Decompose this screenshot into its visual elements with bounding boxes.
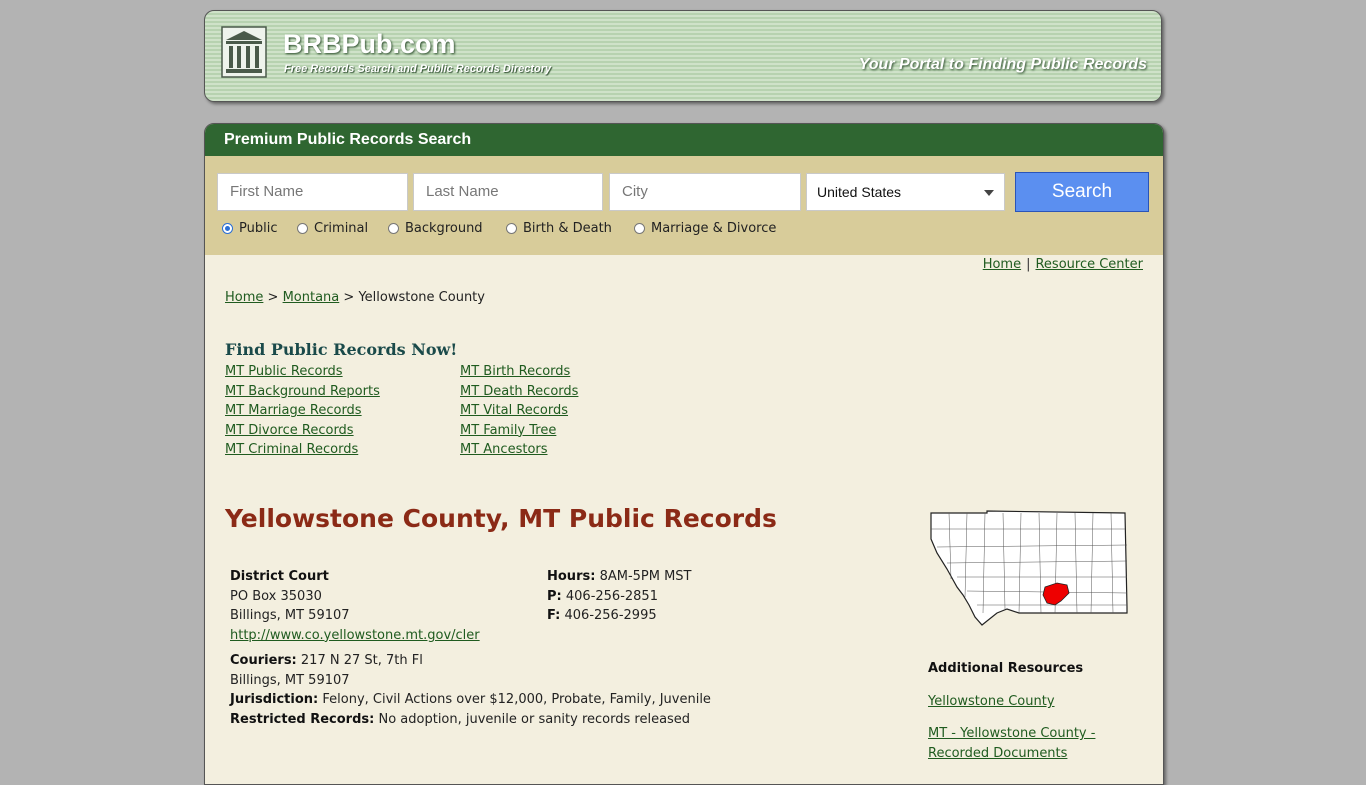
link-recorded-documents-line1[interactable]: MT - Yellowstone County - — [928, 726, 1095, 741]
link-mt-divorce-records[interactable]: MT Divorce Records — [225, 421, 380, 441]
court-name: District Court — [230, 569, 329, 584]
court-website-link[interactable]: http://www.co.yellowstone.mt.gov/cler — [230, 628, 480, 643]
couriers-value: 217 N 27 St, 7th Fl — [300, 653, 423, 668]
radio-public[interactable]: Public — [222, 221, 277, 236]
breadcrumb-home[interactable]: Home — [225, 290, 263, 305]
records-links-left: MT Public Records MT Background Reports … — [225, 362, 380, 460]
court-contact: Hours: 8AM-5PM MST P: 406-256-2851 F: 40… — [547, 567, 692, 626]
country-select-value: United States — [817, 184, 902, 200]
chevron-down-icon — [984, 190, 994, 196]
records-links-right: MT Birth Records MT Death Records MT Vit… — [460, 362, 578, 460]
restricted-label: Restricted Records: — [230, 711, 375, 727]
radio-public-label: Public — [239, 221, 278, 236]
radio-background-label: Background — [405, 221, 483, 236]
jurisdiction-value: Felony, Civil Actions over $12,000, Prob… — [322, 692, 711, 708]
breadcrumb-current: Yellowstone County — [358, 290, 485, 305]
phone-value: 406-256-2851 — [565, 588, 658, 604]
link-mt-criminal-records[interactable]: MT Criminal Records — [225, 440, 380, 460]
resource-center-link[interactable]: Resource Center — [1035, 257, 1143, 272]
breadcrumb: Home > Montana > Yellowstone County — [225, 290, 485, 305]
hours-label: Hours: — [547, 569, 596, 584]
link-mt-death-records[interactable]: MT Death Records — [460, 382, 578, 402]
site-header: BRBPub.com Free Records Search and Publi… — [204, 10, 1162, 102]
breadcrumb-sep: > — [343, 290, 355, 305]
link-yellowstone-county[interactable]: Yellowstone County — [928, 692, 1055, 712]
link-mt-marriage-records[interactable]: MT Marriage Records — [225, 401, 380, 421]
link-recorded-documents[interactable]: MT - Yellowstone County - Recorded Docum… — [928, 724, 1095, 763]
first-name-input[interactable]: First Name — [217, 173, 408, 211]
courthouse-logo-icon[interactable] — [221, 26, 267, 78]
radio-background-dot[interactable] — [388, 223, 399, 234]
link-mt-background-reports[interactable]: MT Background Reports — [225, 382, 380, 402]
radio-birth-death[interactable]: Birth & Death — [506, 221, 612, 236]
court-address: District Court PO Box 35030 Billings, MT… — [230, 567, 480, 645]
jurisdiction-label: Jurisdiction: — [230, 692, 319, 708]
link-mt-public-records[interactable]: MT Public Records — [225, 362, 380, 382]
breadcrumb-montana[interactable]: Montana — [283, 290, 340, 305]
link-separator: | — [1026, 257, 1031, 272]
court-address-line1: PO Box 35030 — [230, 588, 322, 604]
radio-marriage-divorce[interactable]: Marriage & Divorce — [634, 221, 776, 236]
radio-criminal[interactable]: Criminal — [297, 221, 368, 236]
site-brand[interactable]: BRBPub.com — [283, 29, 456, 60]
fax-label: F: — [547, 608, 561, 624]
link-mt-family-tree[interactable]: MT Family Tree — [460, 421, 578, 441]
top-links: Home | Resource Center — [983, 257, 1143, 272]
montana-county-map — [930, 510, 1128, 626]
fax-value: 406-256-2995 — [564, 608, 657, 624]
link-recorded-documents-line2[interactable]: Recorded Documents — [928, 746, 1067, 761]
search-panel: First Name Last Name City United States … — [205, 156, 1163, 255]
couriers-value-line2: Billings, MT 59107 — [230, 672, 350, 688]
search-button[interactable]: Search — [1015, 172, 1149, 212]
link-mt-birth-records[interactable]: MT Birth Records — [460, 362, 578, 382]
radio-birth-death-label: Birth & Death — [523, 221, 612, 236]
radio-birth-death-dot[interactable] — [506, 223, 517, 234]
home-link[interactable]: Home — [983, 257, 1021, 272]
link-mt-ancestors[interactable]: MT Ancestors — [460, 440, 578, 460]
radio-marriage-divorce-dot[interactable] — [634, 223, 645, 234]
last-name-input[interactable]: Last Name — [413, 173, 603, 211]
search-title: Premium Public Records Search — [205, 124, 1163, 156]
city-input[interactable]: City — [609, 173, 801, 211]
additional-resources-heading: Additional Resources — [928, 661, 1084, 676]
site-subtitle: Free Records Search and Public Records D… — [284, 63, 552, 75]
radio-criminal-label: Criminal — [314, 221, 369, 236]
court-details: Couriers: 217 N 27 St, 7th Fl Billings, … — [230, 651, 711, 729]
site-tagline: Your Portal to Finding Public Records — [858, 56, 1147, 73]
hours-value: 8AM-5PM MST — [599, 569, 692, 584]
breadcrumb-sep: > — [267, 290, 279, 305]
country-select[interactable]: United States — [806, 173, 1005, 211]
couriers-label: Couriers: — [230, 653, 297, 668]
restricted-value: No adoption, juvenile or sanity records … — [378, 711, 691, 727]
radio-public-dot[interactable] — [222, 223, 233, 234]
link-mt-vital-records[interactable]: MT Vital Records — [460, 401, 578, 421]
phone-label: P: — [547, 588, 562, 604]
find-records-heading: Find Public Records Now! — [225, 340, 458, 359]
radio-marriage-divorce-label: Marriage & Divorce — [651, 221, 777, 236]
radio-criminal-dot[interactable] — [297, 223, 308, 234]
page-title: Yellowstone County, MT Public Records — [225, 504, 777, 533]
court-address-line2: Billings, MT 59107 — [230, 608, 350, 624]
radio-background[interactable]: Background — [388, 221, 483, 236]
main-container: Premium Public Records Search First Name… — [204, 123, 1164, 785]
